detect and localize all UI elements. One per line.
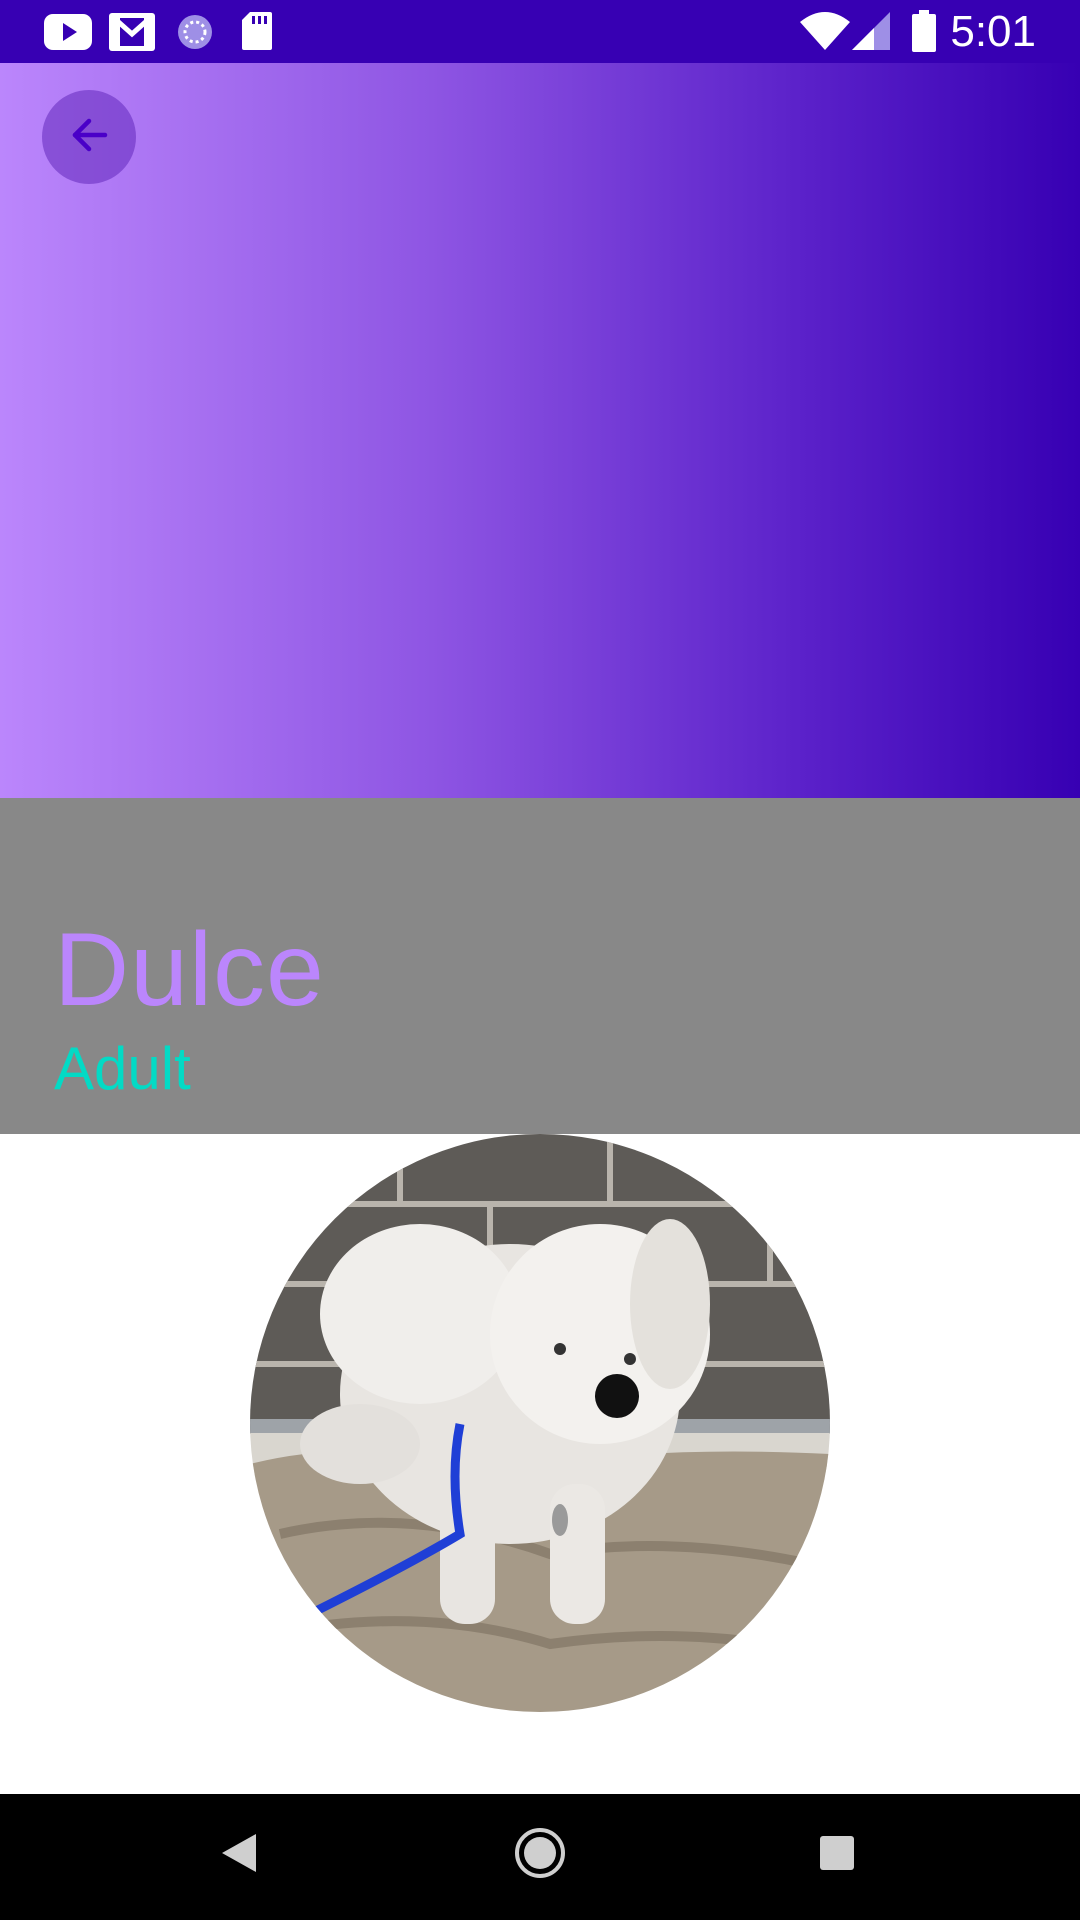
sync-progress-icon: [175, 12, 215, 56]
pet-info-panel: Dulce Adult: [0, 798, 1080, 1134]
youtube-icon: [44, 14, 92, 54]
arrow-back-icon: [65, 111, 113, 163]
pet-name: Dulce: [54, 912, 325, 1028]
back-button[interactable]: [42, 90, 136, 184]
gmail-icon: [108, 12, 156, 56]
status-bar: 5:01: [0, 0, 1080, 63]
pet-age: Adult: [54, 1035, 191, 1102]
cellular-signal-icon: [852, 12, 890, 54]
header-banner: [0, 63, 1080, 798]
pet-detail-screen: 5:01 Dulce Adult: [0, 0, 1080, 1920]
home-circle-icon[interactable]: [514, 1827, 566, 1883]
pet-photo: [250, 1134, 830, 1712]
navigation-bar: [0, 1794, 1080, 1920]
recents-square-icon[interactable]: [820, 1836, 854, 1874]
wifi-icon: [800, 12, 850, 54]
sd-card-icon: [242, 12, 272, 54]
status-time: 5:01: [950, 7, 1036, 56]
back-triangle-icon[interactable]: [222, 1834, 256, 1876]
battery-icon: [912, 10, 936, 56]
